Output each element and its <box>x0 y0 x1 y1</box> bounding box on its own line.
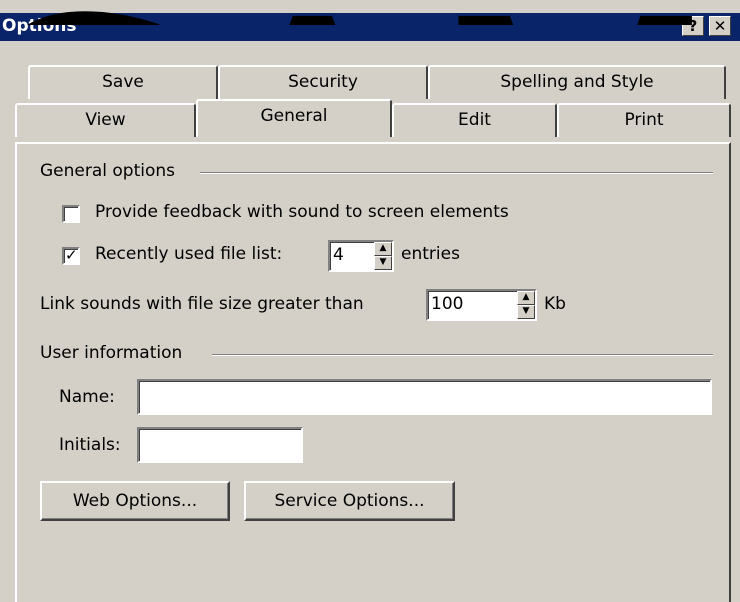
name-input[interactable] <box>137 379 712 415</box>
feedback-sound-label: Provide feedback with sound to screen el… <box>95 202 509 222</box>
name-label: Name: <box>59 387 115 407</box>
web-options-button[interactable]: Web Options... <box>40 481 230 521</box>
recent-files-suffix: entries <box>401 244 460 264</box>
help-button[interactable]: ? <box>682 16 704 36</box>
tab-spelling-and-style[interactable]: Spelling and Style <box>428 65 726 99</box>
tab-security[interactable]: Security <box>218 65 428 99</box>
general-panel: General options Provide feedback with so… <box>15 142 731 602</box>
feedback-sound-checkbox[interactable] <box>62 205 80 223</box>
tab-print[interactable]: Print <box>557 103 731 137</box>
general-options-title: General options <box>40 161 176 181</box>
window-title: Options <box>2 16 77 36</box>
title-bar: Options ? ✕ <box>0 13 740 41</box>
link-sounds-unit: Kb <box>544 294 566 314</box>
tab-save[interactable]: Save <box>28 65 218 99</box>
service-options-button[interactable]: Service Options... <box>244 481 455 521</box>
user-information-divider <box>212 354 713 356</box>
tab-view[interactable]: View <box>15 103 196 137</box>
link-sounds-spinner[interactable]: ▲ ▼ <box>517 291 535 319</box>
user-information-title: User information <box>40 343 183 363</box>
checkmark-icon: ✓ <box>65 246 78 264</box>
spin-down-icon[interactable]: ▼ <box>517 305 535 319</box>
link-sounds-label: Link sounds with file size greater than <box>40 294 364 314</box>
initials-input[interactable] <box>137 427 303 463</box>
general-options-divider <box>200 172 713 174</box>
recent-files-spinner[interactable]: ▲ ▼ <box>374 242 392 270</box>
close-button[interactable]: ✕ <box>709 16 731 36</box>
recent-files-checkbox[interactable]: ✓ <box>62 246 80 265</box>
spin-down-icon[interactable]: ▼ <box>374 256 392 270</box>
recent-files-label: Recently used file list: <box>95 244 283 264</box>
initials-label: Initials: <box>59 435 121 455</box>
spin-up-icon[interactable]: ▲ <box>517 291 535 305</box>
tab-general[interactable]: General <box>196 99 392 137</box>
tab-edit[interactable]: Edit <box>392 103 557 137</box>
spin-up-icon[interactable]: ▲ <box>374 242 392 256</box>
